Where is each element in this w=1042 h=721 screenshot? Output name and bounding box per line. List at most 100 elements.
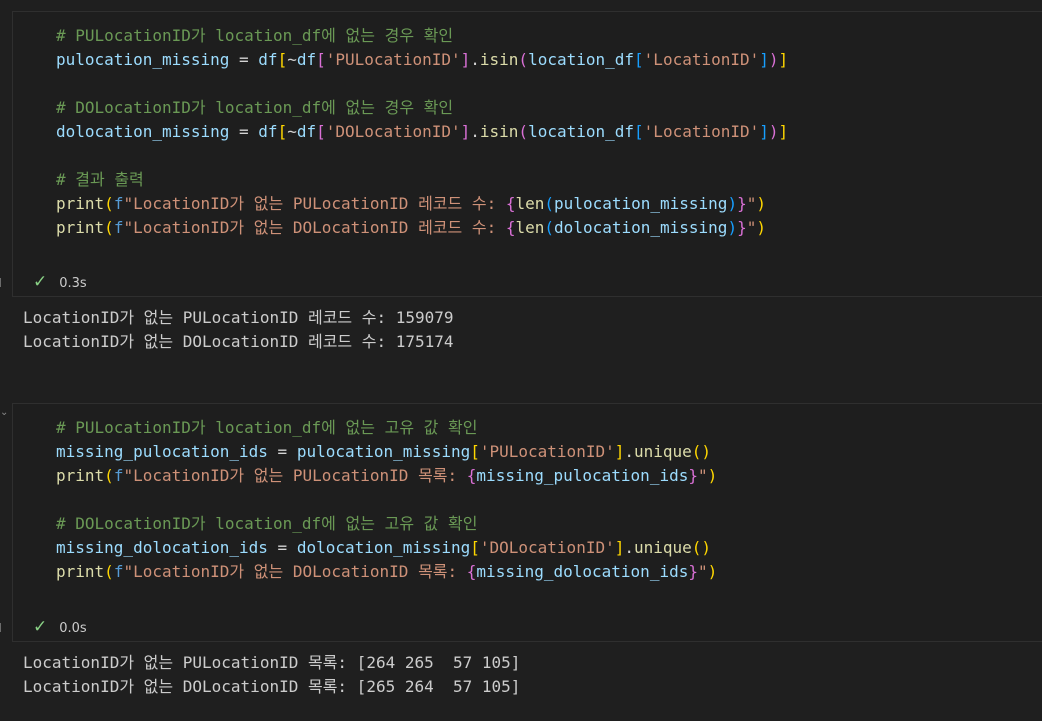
code-token: { [466,562,477,581]
code-token: # DOLocationID가 location_df에 없는 고유 값 확인 [56,514,478,533]
code-token: "LocationID가 없는 DOLocationID 목록: [123,562,467,581]
code-line[interactable]: # PULocationID가 location_df에 없는 경우 확인 [56,24,1042,48]
code-token: len [515,218,545,237]
code-cell-1[interactable]: # PULocationID가 location_df에 없는 경우 확인 pul… [12,11,1042,297]
code-token: . [470,122,480,141]
code-line[interactable]: pulocation_missing = df[~df['PULocationI… [56,48,1042,72]
code-token: [ [470,442,480,461]
code-token: ] [778,122,789,141]
code-token: f [113,194,124,213]
code-token: # PULocationID가 location_df에 없는 고유 값 확인 [56,418,478,437]
code-token: isin [479,50,519,69]
code-token: f [113,466,124,485]
code-token: pulocation_missing [56,50,230,69]
output-line: LocationID가 없는 DOLocationID 목록: [265 264… [23,677,521,696]
code-token: print [56,194,105,213]
code-token: { [505,194,516,213]
code-editor-1[interactable]: # PULocationID가 location_df에 없는 경우 확인 pul… [56,24,1042,240]
code-token: unique [634,538,692,557]
code-token: "LocationID가 없는 PULocationID 목록: [123,466,467,485]
code-token: dolocation_missing [296,538,471,557]
code-token: ) [768,50,779,69]
success-check-icon: ✓ [33,617,48,637]
code-line[interactable]: # PULocationID가 location_df에 없는 고유 값 확인 [56,416,1042,440]
code-line[interactable] [56,144,1042,168]
code-token: ) [727,194,738,213]
code-token: ) [707,466,718,485]
code-token: ( [104,466,114,485]
code-token: = [267,442,297,461]
code-line[interactable]: # 결과 출력 [56,168,1042,192]
code-token: missing_pulocation_ids [476,466,689,485]
code-token: unique [634,442,692,461]
code-token: df [258,50,278,69]
code-token: 'DOLocationID' [479,538,615,557]
output-line: LocationID가 없는 PULocationID 목록: [264 265… [23,653,521,672]
code-token: () [691,538,712,557]
code-line[interactable] [56,72,1042,96]
code-line[interactable]: missing_pulocation_ids = pulocation_miss… [56,440,1042,464]
code-token: f [113,218,124,237]
code-token: # 결과 출력 [56,170,144,189]
code-editor-2[interactable]: # PULocationID가 location_df에 없는 고유 값 확인 m… [56,416,1042,584]
code-token: " [746,194,757,213]
code-line[interactable]: print(f"LocationID가 없는 DOLocationID 레코드 … [56,216,1042,240]
code-token: . [624,442,634,461]
code-token: () [691,442,712,461]
code-token: 'DOLocationID' [325,122,461,141]
code-token: print [56,562,105,581]
code-token: missing_dolocation_ids [56,538,268,557]
code-token: ] [778,50,789,69]
code-token: missing_pulocation_ids [56,442,268,461]
collapse-chevron-icon[interactable]: ⌄ [0,407,8,418]
code-token: ] [759,50,769,69]
code-cell-2[interactable]: # PULocationID가 location_df에 없는 고유 값 확인 m… [12,403,1042,642]
code-token: [ [634,50,644,69]
code-token: ( [544,194,555,213]
cell-edge-marker [0,278,4,287]
execution-time: 0.3s [59,276,87,291]
code-token: 'PULocationID' [325,50,461,69]
code-token: ( [104,194,114,213]
code-token: df [296,50,317,69]
code-token: [ [316,50,326,69]
execution-time: 0.0s [59,621,87,636]
code-token: [ [634,122,644,141]
code-token: ~ [287,122,297,141]
code-line[interactable]: print(f"LocationID가 없는 PULocationID 레코드 … [56,192,1042,216]
code-token: df [296,122,317,141]
code-token: [ [316,122,326,141]
code-token: df [258,122,278,141]
code-token: dolocation_missing [554,218,728,237]
code-token: } [737,194,747,213]
code-token: ( [104,218,114,237]
code-token: location_df [528,122,635,141]
code-token: " [746,218,757,237]
code-token: ( [518,50,529,69]
code-token: ( [544,218,555,237]
code-token: { [466,466,477,485]
code-token: ( [518,122,529,141]
code-token: pulocation_missing [296,442,471,461]
code-line[interactable]: # DOLocationID가 location_df에 없는 경우 확인 [56,96,1042,120]
code-token: pulocation_missing [554,194,728,213]
code-line[interactable]: missing_dolocation_ids = dolocation_miss… [56,536,1042,560]
cell-edge-marker [0,623,4,632]
code-token: ] [460,122,471,141]
cell-output-2: LocationID가 없는 PULocationID 목록: [264 265… [23,651,1042,699]
code-token: } [688,466,698,485]
code-token: # PULocationID가 location_df에 없는 경우 확인 [56,26,454,45]
code-token: . [470,50,480,69]
code-token: [ [277,122,288,141]
code-line[interactable]: print(f"LocationID가 없는 PULocationID 목록: … [56,464,1042,488]
code-line[interactable]: print(f"LocationID가 없는 DOLocationID 목록: … [56,560,1042,584]
code-token: "LocationID가 없는 DOLocationID 레코드 수: [123,218,506,237]
code-line[interactable]: dolocation_missing = df[~df['DOLocationI… [56,120,1042,144]
code-line[interactable] [56,488,1042,512]
code-line[interactable]: # DOLocationID가 location_df에 없는 고유 값 확인 [56,512,1042,536]
code-token: ] [614,538,625,557]
code-token: dolocation_missing [56,122,230,141]
code-token: ] [614,442,625,461]
execution-status-2: ✓ 0.0s [33,617,87,637]
code-token: ] [460,50,471,69]
